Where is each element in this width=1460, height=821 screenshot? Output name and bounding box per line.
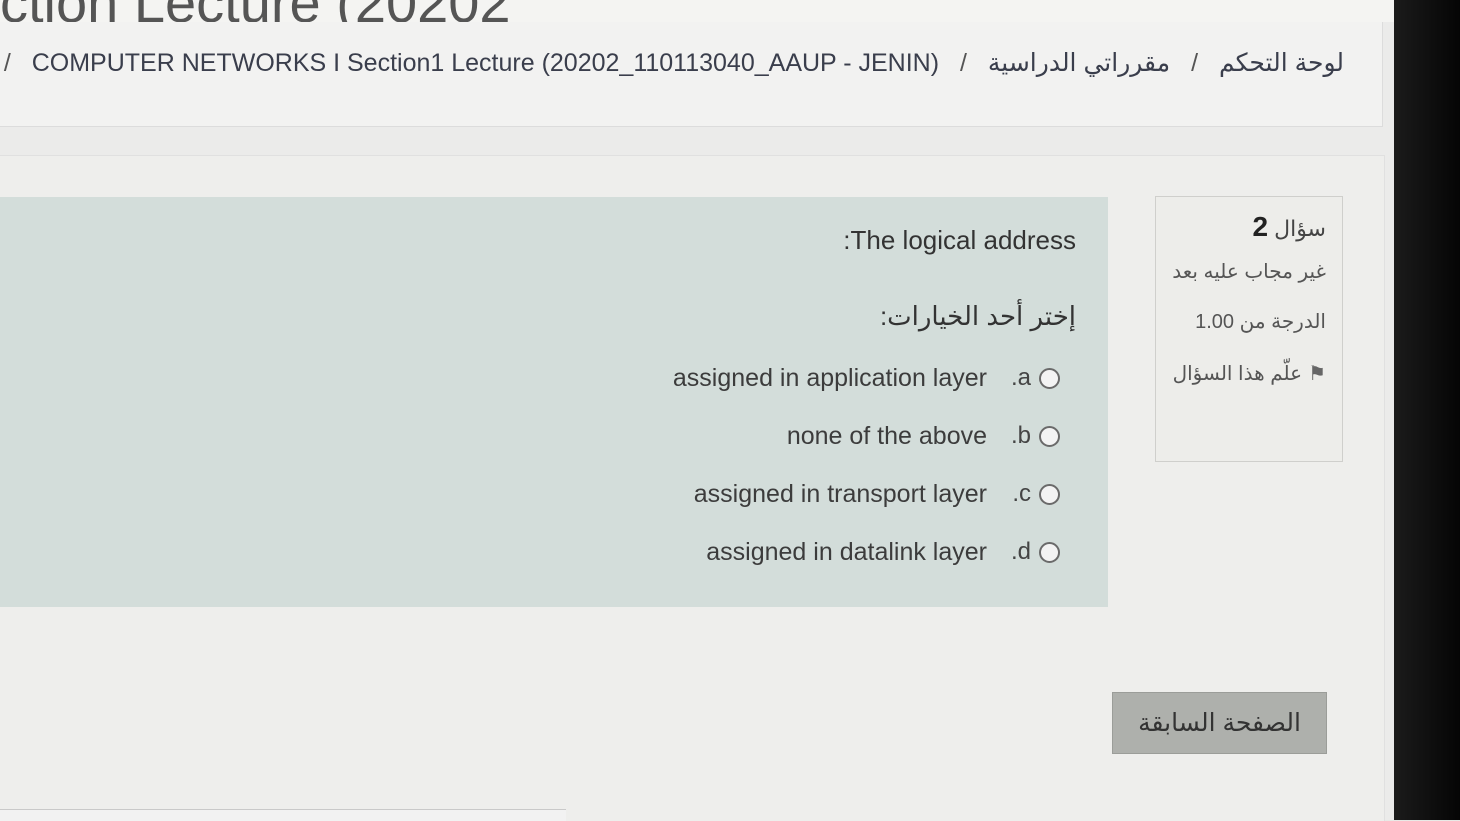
breadcrumb-my-courses[interactable]: مقرراتي الدراسية <box>988 49 1170 77</box>
answer-option-a[interactable]: a. assigned in application layer <box>673 349 1060 407</box>
radio-button[interactable] <box>1039 425 1060 447</box>
breadcrumb-separator: / <box>1191 49 1199 77</box>
page-footer-field <box>0 809 566 821</box>
answer-options: a. assigned in application layer b. none… <box>673 349 1060 581</box>
option-text: assigned in datalink layer <box>706 537 987 566</box>
option-text: assigned in application layer <box>672 363 987 392</box>
page-heading: ction Lecture (20202 <box>0 0 511 22</box>
flag-icon: ⚑ <box>1308 363 1326 385</box>
option-letter: b. <box>1010 422 1031 449</box>
question-status: غير مجاب عليه بعد <box>1172 261 1326 283</box>
option-text: none of the above <box>786 421 987 450</box>
option-letter: c. <box>1012 480 1031 507</box>
flag-question-link[interactable]: ⚑علّم هذا السؤال <box>1168 356 1326 392</box>
breadcrumb-separator: / <box>960 49 967 77</box>
answer-option-d[interactable]: d. assigned in datalink layer <box>673 523 1060 581</box>
option-letter: a. <box>1010 364 1031 391</box>
breadcrumb-bar: لوحة التحكم / مقرراتي الدراسية / COMPUTE… <box>0 22 1383 127</box>
question-panel: The logical address: إختر أحد الخيارات: … <box>0 197 1108 607</box>
answer-prompt: إختر أحد الخيارات: <box>879 301 1076 331</box>
breadcrumb-separator: / <box>3 49 11 77</box>
question-number: سؤال2 <box>1252 211 1326 242</box>
breadcrumb: لوحة التحكم / مقرراتي الدراسية / COMPUTE… <box>0 48 1344 78</box>
option-text: assigned in transport layer <box>693 479 987 508</box>
page-heading-strip: ction Lecture (20202 <box>0 0 1395 22</box>
radio-button[interactable] <box>1039 367 1060 389</box>
question-info-box: سؤال2 غير مجاب عليه بعد الدرجة من 1.00 ⚑… <box>1155 196 1343 462</box>
monitor-bezel <box>1394 0 1460 820</box>
question-text: The logical address: <box>843 225 1076 255</box>
breadcrumb-dashboard[interactable]: لوحة التحكم <box>1219 49 1344 77</box>
option-letter: d. <box>1010 538 1031 565</box>
moodle-quiz-page: ction Lecture (20202 لوحة التحكم / مقررا… <box>0 0 1395 821</box>
answer-option-b[interactable]: b. none of the above <box>673 407 1060 465</box>
previous-page-button[interactable]: الصفحة السابقة <box>1112 692 1327 754</box>
radio-button[interactable] <box>1039 541 1060 563</box>
breadcrumb-course[interactable]: COMPUTER NETWORKS I Section1 Lecture (20… <box>32 49 939 77</box>
answer-option-c[interactable]: c. assigned in transport layer <box>673 465 1060 523</box>
question-grade: الدرجة من 1.00 <box>1195 311 1326 333</box>
radio-button[interactable] <box>1039 483 1060 505</box>
